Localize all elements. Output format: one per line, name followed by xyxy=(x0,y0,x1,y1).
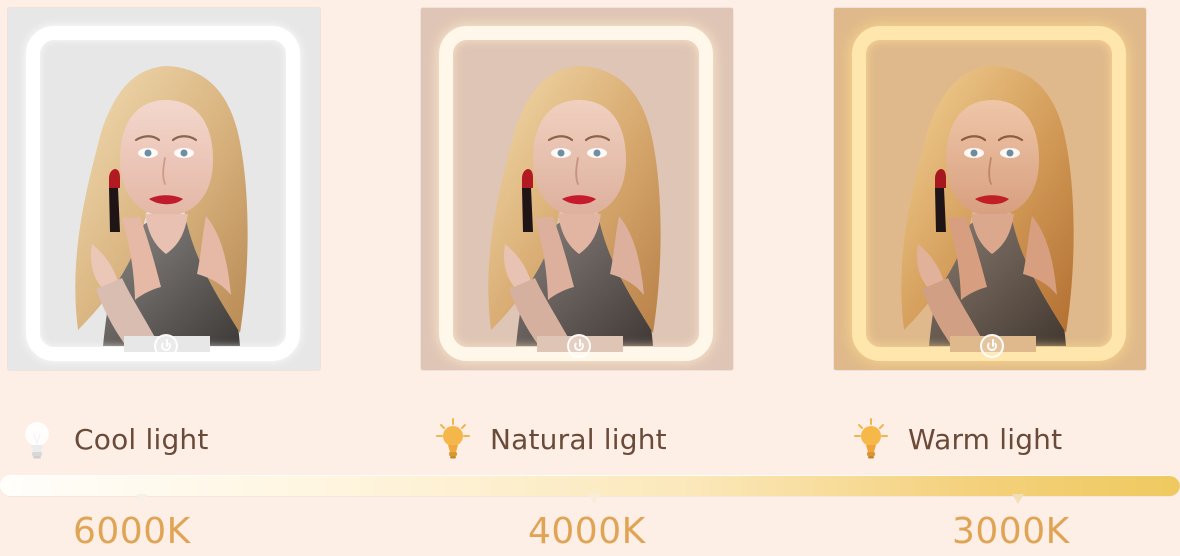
cool-power-button xyxy=(154,334,178,358)
warm-power-button xyxy=(980,334,1004,358)
cool-led-frame xyxy=(26,26,300,361)
warm-light-label-row: Warm light xyxy=(852,414,1062,464)
warm-light-mirror-preview xyxy=(834,8,1146,370)
natural-light-label-row: Natural light xyxy=(434,414,667,464)
cool-bulb-icon xyxy=(25,422,49,459)
natural-light-label: Natural light xyxy=(490,422,667,456)
natural-light-mirror-preview xyxy=(421,8,733,370)
natural-led-frame xyxy=(439,26,713,361)
natural-power-button xyxy=(567,334,591,358)
natural-bulb-icon xyxy=(436,418,470,459)
temperature-6000k: 6000K xyxy=(73,511,191,552)
warm-light-label: Warm light xyxy=(908,422,1063,456)
cool-light-label-row: Cool light xyxy=(18,414,209,464)
temperature-4000k: 4000K xyxy=(528,511,646,552)
spectrum-pointer-4000k xyxy=(588,494,600,504)
cool-light-label: Cool light xyxy=(74,422,209,456)
cool-light-mirror-preview xyxy=(8,8,320,370)
color-temperature-spectrum xyxy=(0,475,1180,496)
warm-bulb-icon xyxy=(854,418,888,459)
temperature-3000k: 3000K xyxy=(952,511,1070,552)
spectrum-pointer-6000k xyxy=(136,494,148,504)
warm-led-frame xyxy=(852,26,1126,361)
spectrum-pointer-3000k xyxy=(1012,494,1024,504)
